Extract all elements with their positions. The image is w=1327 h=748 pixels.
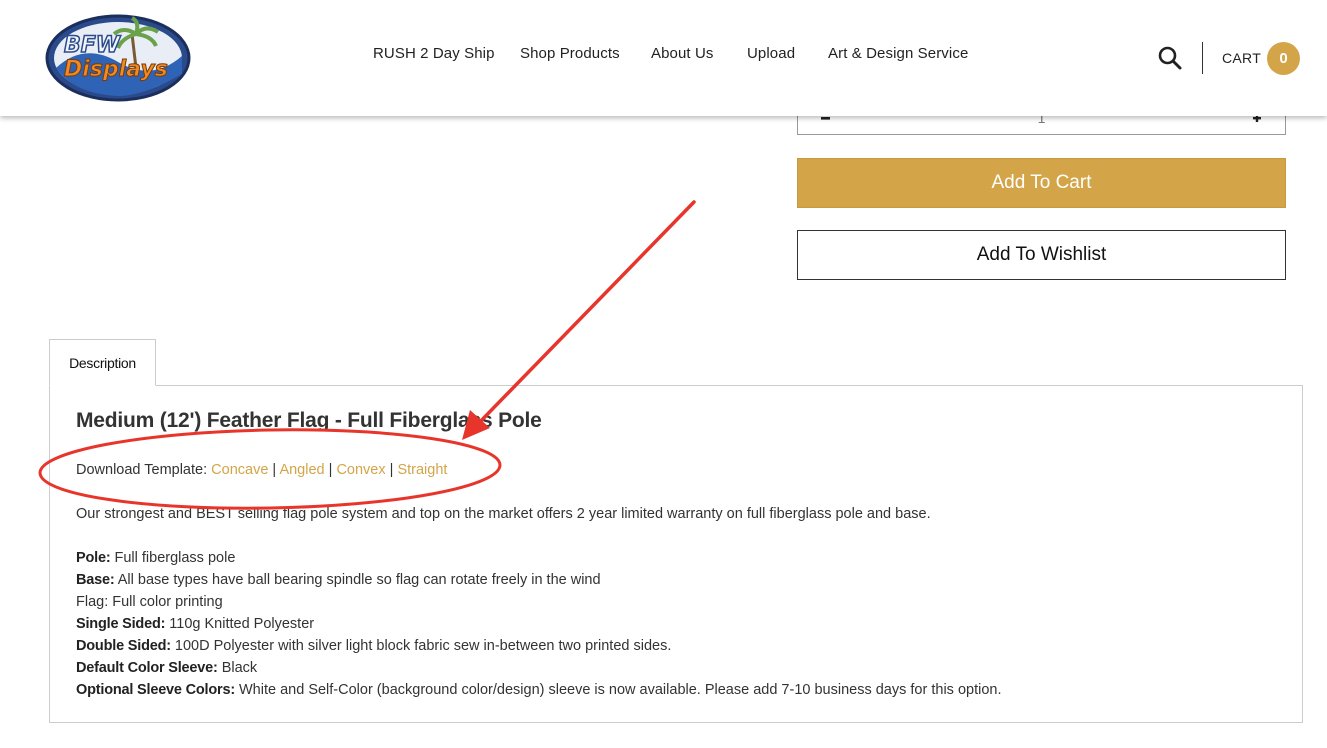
search-button[interactable] bbox=[1157, 45, 1183, 71]
spec-row-default-sleeve: Default Color Sleeve: Black bbox=[76, 660, 1001, 682]
spec-row-single-sided: Single Sided: 110g Knitted Polyester bbox=[76, 616, 1001, 638]
spec-value: All base types have ball bearing spindle… bbox=[117, 572, 601, 588]
nav-rush-2-day-ship[interactable]: RUSH 2 Day Ship bbox=[373, 45, 495, 62]
spec-row-pole: Pole: Full fiberglass pole bbox=[76, 550, 1001, 572]
spec-key: Default Color Sleeve: bbox=[76, 660, 218, 676]
separator: | bbox=[328, 462, 333, 478]
spec-value: White and Self-Color (background color/d… bbox=[239, 682, 1002, 698]
spec-value: 100D Polyester with silver light block f… bbox=[174, 638, 672, 654]
add-to-cart-button[interactable]: Add To Cart bbox=[797, 158, 1286, 208]
nav-about-us[interactable]: About Us bbox=[651, 45, 714, 62]
spec-value: Flag: Full color printing bbox=[76, 594, 223, 610]
main-nav: RUSH 2 Day Ship Shop Products About Us U… bbox=[0, 0, 1327, 112]
template-link-straight[interactable]: Straight bbox=[397, 462, 447, 478]
header-divider bbox=[1202, 42, 1203, 74]
spec-row-base: Base: All base types have ball bearing s… bbox=[76, 572, 1001, 594]
spec-key: Pole: bbox=[76, 550, 111, 566]
spec-value: 110g Knitted Polyester bbox=[169, 616, 315, 632]
separator: | bbox=[389, 462, 394, 478]
nav-art-design-service[interactable]: Art & Design Service bbox=[828, 45, 968, 62]
tab-description[interactable]: Description bbox=[49, 339, 156, 386]
spec-value: Black bbox=[221, 660, 258, 676]
product-title: Medium (12') Feather Flag - Full Fibergl… bbox=[76, 409, 542, 432]
add-to-wishlist-button[interactable]: Add To Wishlist bbox=[797, 230, 1286, 280]
cart-button[interactable]: CART 0 bbox=[1222, 40, 1301, 76]
spec-row-optional-sleeve: Optional Sleeve Colors: White and Self-C… bbox=[76, 682, 1001, 704]
nav-shop-products[interactable]: Shop Products bbox=[520, 45, 620, 62]
spec-key: Optional Sleeve Colors: bbox=[76, 682, 235, 698]
nav-upload[interactable]: Upload bbox=[747, 45, 795, 62]
spec-key: Double Sided: bbox=[76, 638, 171, 654]
spec-row-flag: Flag: Full color printing bbox=[76, 594, 1001, 616]
template-link-angled[interactable]: Angled bbox=[279, 462, 324, 478]
download-templates: Download Template: Concave | Angled | Co… bbox=[76, 462, 447, 478]
template-link-concave[interactable]: Concave bbox=[211, 462, 268, 478]
cart-count-badge: 0 bbox=[1267, 41, 1301, 75]
download-template-label: Download Template: bbox=[76, 462, 208, 478]
search-icon bbox=[1158, 46, 1182, 70]
product-intro: Our strongest and BEST selling flag pole… bbox=[76, 506, 931, 522]
site-header: BFW Displays RUSH 2 Day Ship Shop Produc… bbox=[0, 0, 1327, 116]
spec-value: Full fiberglass pole bbox=[114, 550, 236, 566]
template-link-convex[interactable]: Convex bbox=[336, 462, 385, 478]
spec-key: Single Sided: bbox=[76, 616, 166, 632]
spec-row-double-sided: Double Sided: 100D Polyester with silver… bbox=[76, 638, 1001, 660]
separator: | bbox=[272, 462, 277, 478]
spec-key: Base: bbox=[76, 572, 115, 588]
cart-label: CART bbox=[1222, 50, 1262, 66]
spec-list: Pole: Full fiberglass pole Base: All bas… bbox=[76, 550, 1001, 704]
